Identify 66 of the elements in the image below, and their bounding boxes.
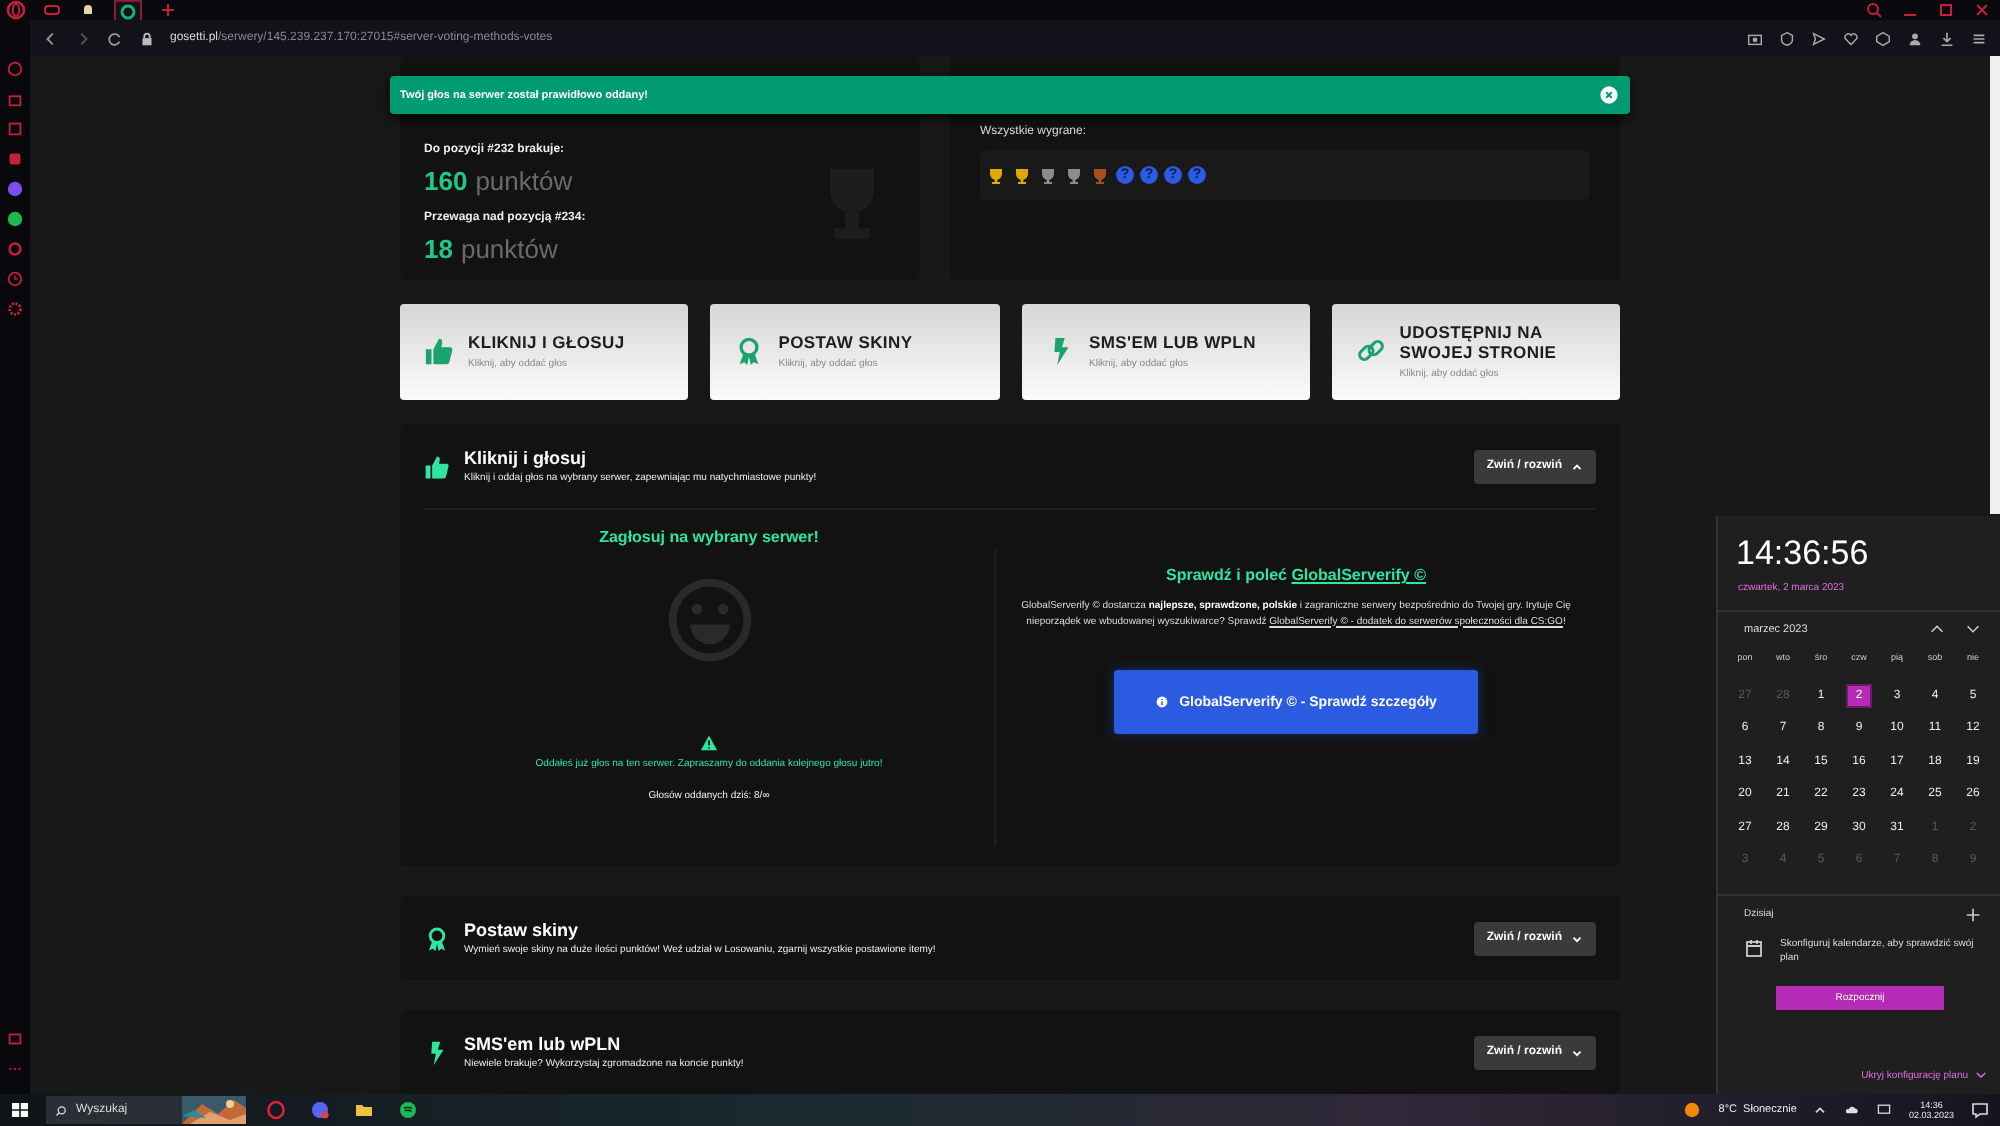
trophy-icon: [986, 165, 1006, 185]
shield-icon[interactable]: [1778, 29, 1796, 47]
maximize-icon[interactable]: [1936, 0, 1956, 20]
close-icon[interactable]: [1600, 86, 1618, 104]
search-icon: [54, 1103, 68, 1117]
trophy-icon: [1064, 165, 1084, 185]
stat-unit: punktów: [475, 166, 573, 196]
ring-icon: [118, 1, 138, 21]
card-title: KLIKNIJ I GŁOSUJ: [468, 333, 625, 354]
music-app-icon[interactable]: [398, 1100, 418, 1120]
plus-icon[interactable]: [1964, 905, 1982, 923]
windows-start-icon[interactable]: [10, 1100, 30, 1120]
trophy-icon: [1038, 165, 1058, 185]
award-icon: [734, 336, 765, 367]
chevron-down-icon: [1570, 931, 1584, 945]
search-icon[interactable]: [1864, 0, 1884, 20]
download-icon[interactable]: [1938, 29, 1956, 47]
stat-value: 18: [424, 234, 453, 264]
history-icon[interactable]: [6, 270, 24, 288]
clock-time: 14:36:56: [1734, 532, 1871, 574]
folder-icon[interactable]: [354, 1100, 374, 1120]
heart-icon[interactable]: [1842, 29, 1860, 47]
card-title: UDOSTĘPNIJ NA SWOJEJ STRONIE: [1399, 324, 1559, 364]
thumbs-up-icon: [424, 336, 454, 367]
monitor-icon[interactable]: [1876, 1102, 1893, 1118]
send-icon[interactable]: [1810, 29, 1828, 47]
stat-unit: punktów: [460, 234, 558, 264]
card-title: SMS'EM LUB WPLN: [1089, 333, 1256, 354]
camera-icon[interactable]: [1746, 29, 1764, 47]
stat-value: 160: [424, 166, 468, 196]
vote-heading: Zagłosuj na wybrany serwer!: [599, 528, 819, 546]
sun-icon[interactable]: [1682, 1100, 1703, 1120]
section-title: Kliknij i głosuj: [464, 448, 589, 468]
browser-logo-icon[interactable]: [6, 0, 26, 20]
warning-icon: [700, 734, 718, 752]
chevron-down-icon: [1570, 1045, 1584, 1059]
menu-icon[interactable]: [1970, 29, 1988, 47]
browser-logo-icon[interactable]: [266, 1100, 286, 1120]
section-title: SMS'em lub wPLN: [464, 1034, 623, 1054]
chevron-up-icon: [1570, 459, 1584, 473]
thumbs-up-icon: [424, 453, 450, 479]
chevron-down-icon[interactable]: [1974, 1068, 1988, 1082]
new-tab-icon[interactable]: [158, 0, 178, 20]
link-icon: [1355, 336, 1386, 367]
trophy-icon: [1012, 165, 1032, 185]
info-icon: [1155, 696, 1168, 708]
card-title: POSTAW SKINY: [778, 333, 913, 354]
section-title: Postaw skiny: [464, 920, 581, 940]
reload-icon[interactable]: [106, 29, 124, 47]
calendar-icon: [1744, 937, 1764, 957]
close-icon[interactable]: [1972, 0, 1992, 20]
scrollbar[interactable]: [1990, 56, 2000, 514]
notification-icon[interactable]: [1970, 1100, 1990, 1120]
trophy-icon: [1090, 165, 1110, 185]
gamepad-icon[interactable]: [42, 0, 62, 20]
chevron-up-icon[interactable]: [1928, 620, 1946, 638]
chevron-up-icon[interactable]: [1812, 1102, 1829, 1118]
browser-tab[interactable]: [114, 0, 142, 20]
user-icon[interactable]: [1906, 29, 1924, 47]
cloud-icon[interactable]: [1844, 1102, 1861, 1118]
chevron-down-icon[interactable]: [1964, 620, 1982, 638]
award-icon: [424, 925, 450, 951]
promo-link[interactable]: GlobalServerify ©: [1291, 566, 1426, 584]
promo-heading: Sprawdź i poleć GlobalServerify ©: [1166, 566, 1426, 584]
smiley-icon: [665, 576, 753, 664]
lock-icon: [138, 29, 156, 47]
